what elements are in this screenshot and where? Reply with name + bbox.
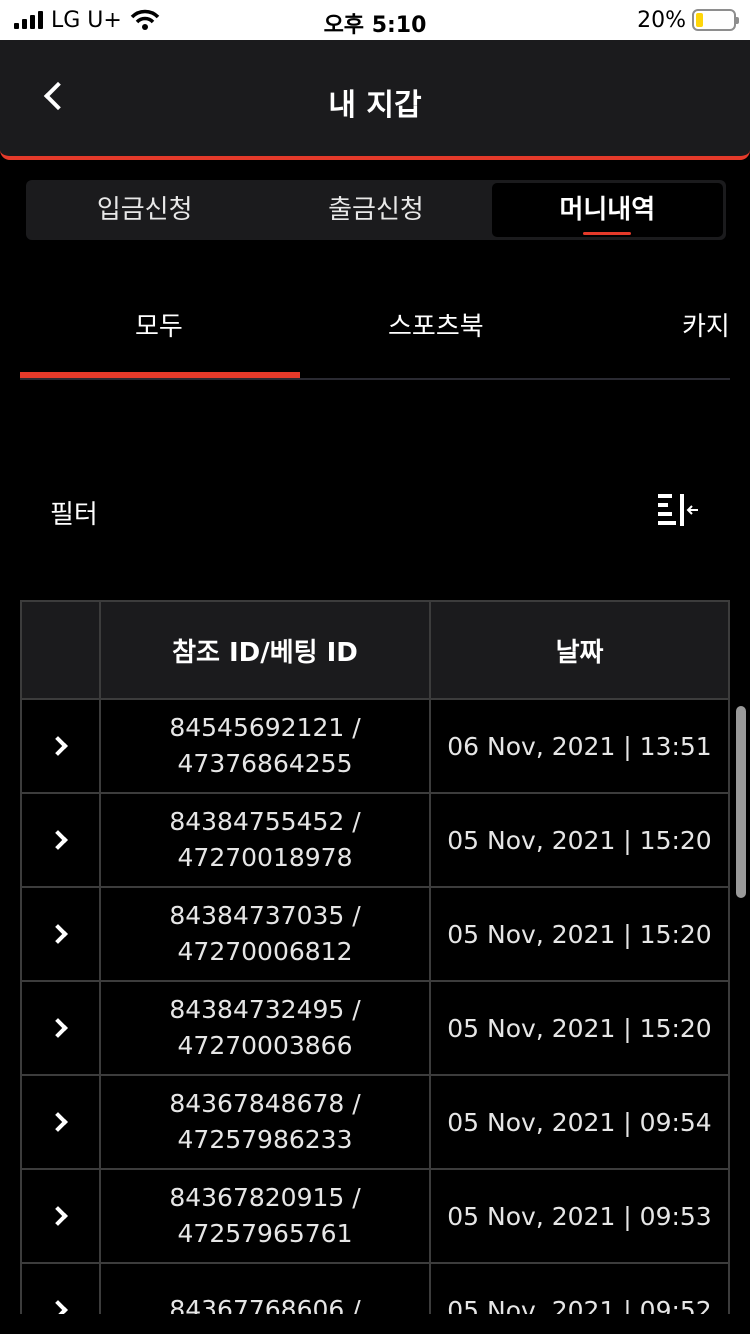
- date-cell: 05 Nov, 2021 | 15:20: [447, 825, 712, 855]
- chevron-right-icon[interactable]: [47, 924, 68, 944]
- battery-fill: [696, 13, 704, 27]
- bet-id: 47257965761: [177, 1219, 353, 1248]
- reference-id: 84384732495 /: [169, 995, 361, 1024]
- bet-id: 47270006812: [177, 937, 353, 966]
- status-right: 20%: [637, 7, 739, 33]
- tab-withdraw-request[interactable]: 출금신청: [260, 183, 491, 237]
- active-tab-indicator: [20, 372, 300, 378]
- expand-cell[interactable]: [22, 1264, 101, 1314]
- header-expand: [22, 602, 101, 698]
- header-date: 날짜: [555, 637, 604, 668]
- table-row[interactable]: 84367820915 / 47257965761 05 Nov, 2021 | …: [22, 1170, 728, 1264]
- expand-cell[interactable]: [22, 700, 101, 792]
- chevron-right-icon[interactable]: [47, 1206, 68, 1226]
- date-cell: 05 Nov, 2021 | 09:52: [447, 1295, 712, 1315]
- reference-cell: 84545692121 / 47376864255: [101, 700, 431, 792]
- reference-id: 84545692121 /: [169, 713, 361, 742]
- date-cell: 05 Nov, 2021 | 09:53: [447, 1201, 712, 1231]
- wallet-segment-control: 입금신청 출금신청 머니내역: [26, 180, 726, 240]
- filter-sort-icon[interactable]: [656, 490, 700, 530]
- reference-id: 84367768606 /: [169, 1295, 361, 1314]
- table-header: 참조 ID/베팅 ID 날짜: [22, 602, 728, 700]
- chevron-right-icon[interactable]: [47, 830, 68, 850]
- app-header: 내 지갑: [0, 40, 750, 160]
- bet-id: 47376864255: [177, 749, 353, 778]
- bet-id: 47270018978: [177, 843, 353, 872]
- chevron-right-icon[interactable]: [47, 1300, 68, 1314]
- reference-cell: 84384732495 / 47270003866: [101, 982, 431, 1074]
- chevron-right-icon[interactable]: [47, 1018, 68, 1038]
- table-row[interactable]: 84545692121 / 47376864255 06 Nov, 2021 | …: [22, 700, 728, 794]
- tab-casino[interactable]: 카지: [682, 306, 730, 343]
- reference-cell: 84367768606 /: [101, 1264, 431, 1314]
- chevron-right-icon[interactable]: [47, 736, 68, 756]
- bet-id: 47257986233: [177, 1125, 353, 1154]
- tab-money-history[interactable]: 머니내역: [491, 183, 723, 237]
- date-cell: 06 Nov, 2021 | 13:51: [447, 731, 712, 761]
- table-row[interactable]: 84384755452 / 47270018978 05 Nov, 2021 | …: [22, 794, 728, 888]
- expand-cell[interactable]: [22, 1076, 101, 1168]
- reference-cell: 84384737035 / 47270006812: [101, 888, 431, 980]
- tabs-divider: [20, 378, 730, 380]
- tab-sportsbook[interactable]: 스포츠북: [388, 306, 484, 343]
- battery-icon: [692, 9, 739, 31]
- reference-id: 84367820915 /: [169, 1183, 361, 1212]
- date-cell: 05 Nov, 2021 | 09:54: [447, 1107, 712, 1137]
- filter-label[interactable]: 필터: [50, 494, 98, 531]
- table-row[interactable]: 84384737035 / 47270006812 05 Nov, 2021 | …: [22, 888, 728, 982]
- category-tabs: 모두 스포츠북 카지: [20, 290, 750, 380]
- date-cell: 05 Nov, 2021 | 15:20: [447, 919, 712, 949]
- table-row[interactable]: 84367768606 / 05 Nov, 2021 | 09:52: [22, 1264, 728, 1314]
- expand-cell[interactable]: [22, 888, 101, 980]
- reference-id: 84367848678 /: [169, 1089, 361, 1118]
- expand-cell[interactable]: [22, 794, 101, 886]
- money-history-table[interactable]: 참조 ID/베팅 ID 날짜 84545692121 / 47376864255 …: [20, 600, 730, 1314]
- tab-deposit-request[interactable]: 입금신청: [29, 183, 260, 237]
- expand-cell[interactable]: [22, 1170, 101, 1262]
- reference-cell: 84367848678 / 47257986233: [101, 1076, 431, 1168]
- page-title: 내 지갑: [328, 88, 422, 123]
- reference-id: 84384737035 /: [169, 901, 361, 930]
- reference-id: 84384755452 /: [169, 807, 361, 836]
- table-row[interactable]: 84367848678 / 47257986233 05 Nov, 2021 | …: [22, 1076, 728, 1170]
- table-scrollbar[interactable]: [736, 706, 746, 898]
- reference-cell: 84367820915 / 47257965761: [101, 1170, 431, 1262]
- date-cell: 05 Nov, 2021 | 15:20: [447, 1013, 712, 1043]
- status-bar: LG U+ 오후 5:10 20%: [0, 0, 750, 40]
- expand-cell[interactable]: [22, 982, 101, 1074]
- battery-percent: 20%: [637, 7, 686, 33]
- reference-cell: 84384755452 / 47270018978: [101, 794, 431, 886]
- header-reference-id: 참조 ID/베팅 ID: [101, 602, 431, 698]
- bet-id: 47270003866: [177, 1031, 353, 1060]
- table-row[interactable]: 84384732495 / 47270003866 05 Nov, 2021 | …: [22, 982, 728, 1076]
- chevron-right-icon[interactable]: [47, 1112, 68, 1132]
- tab-all[interactable]: 모두: [135, 306, 183, 343]
